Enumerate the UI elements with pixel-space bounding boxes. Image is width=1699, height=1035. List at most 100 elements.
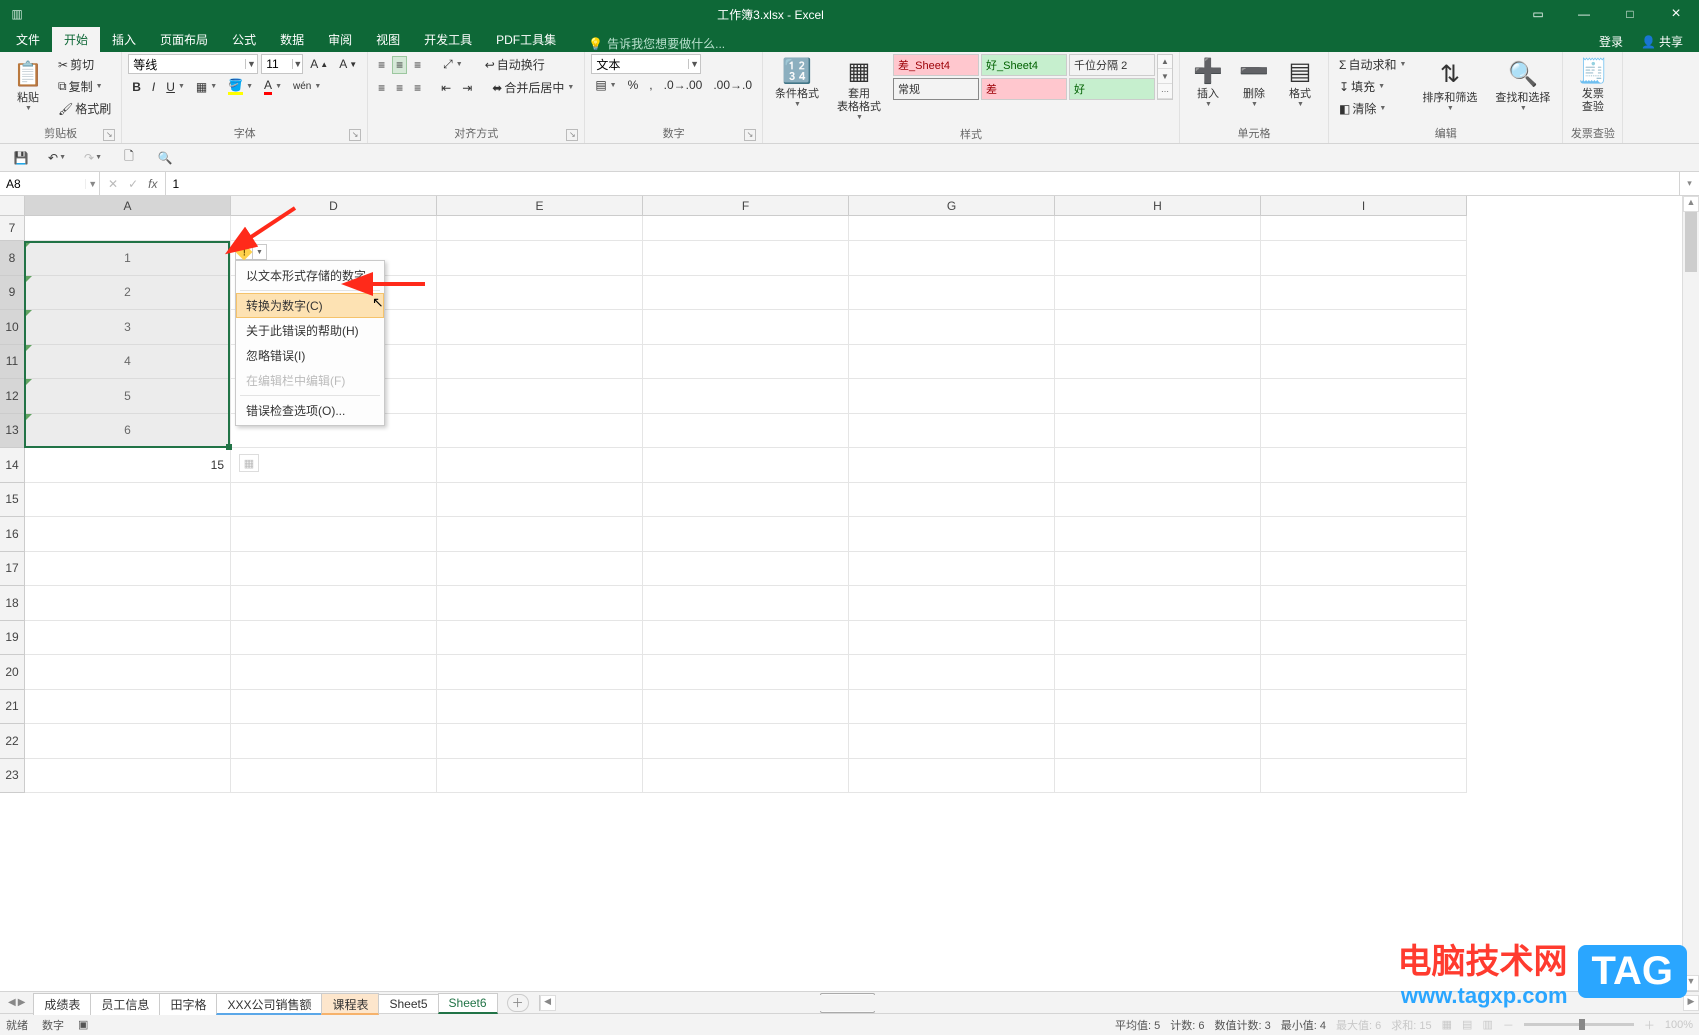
cell[interactable] (25, 586, 231, 621)
cell[interactable] (643, 552, 849, 587)
share-button[interactable]: 👤 共享 (1635, 31, 1689, 52)
cell[interactable] (1055, 586, 1261, 621)
autosum-button[interactable]: Σ自动求和▼ (1335, 54, 1410, 75)
bold-button[interactable]: B (128, 78, 145, 96)
cell[interactable] (1055, 724, 1261, 759)
menu-item-help[interactable]: 关于此错误的帮助(H) (236, 318, 384, 343)
cell[interactable] (1055, 690, 1261, 725)
cell[interactable] (231, 552, 437, 587)
vertical-scrollbar[interactable]: ▲ ▼ (1682, 196, 1699, 991)
row-header[interactable]: 17 (0, 552, 25, 587)
cell[interactable] (1055, 517, 1261, 552)
select-all-corner[interactable] (0, 196, 25, 216)
cell-A10[interactable]: 3 (25, 310, 231, 345)
cell[interactable] (231, 483, 437, 518)
align-center-button[interactable]: ≡ (392, 79, 407, 97)
col-header-E[interactable]: E (437, 196, 643, 216)
cell[interactable] (25, 216, 231, 241)
cell-A9[interactable]: 2 (25, 276, 231, 311)
cell-A13[interactable]: 6 (25, 414, 231, 449)
cell[interactable] (1055, 448, 1261, 483)
minimize-button[interactable]: — (1561, 0, 1607, 28)
row-header[interactable]: 10 (0, 310, 25, 345)
cell[interactable] (25, 690, 231, 725)
cell[interactable] (1055, 414, 1261, 449)
cut-button[interactable]: ✂剪切 (54, 54, 115, 75)
cell[interactable] (849, 310, 1055, 345)
cell[interactable] (1055, 759, 1261, 794)
cell[interactable] (849, 621, 1055, 656)
row-header[interactable]: 16 (0, 517, 25, 552)
cell[interactable] (643, 216, 849, 241)
styles-more-button[interactable]: ▲▼⋯ (1157, 54, 1173, 100)
cell[interactable] (643, 483, 849, 518)
cell[interactable] (1261, 621, 1467, 656)
view-page-break-button[interactable]: ▥ (1482, 1018, 1492, 1031)
close-button[interactable]: × (1653, 0, 1699, 28)
merge-center-button[interactable]: ⬌合并后居中▼ (488, 77, 578, 98)
cell[interactable] (849, 414, 1055, 449)
cell[interactable] (1261, 241, 1467, 276)
font-size-combo[interactable]: ▼ (261, 54, 303, 74)
accounting-format-button[interactable]: ▤▼ (591, 76, 620, 94)
cell[interactable] (643, 379, 849, 414)
cell[interactable] (437, 414, 643, 449)
print-preview-button[interactable]: 🔍 (154, 147, 176, 169)
style-bad-sheet4[interactable]: 差_Sheet4 (893, 54, 979, 76)
expand-formula-bar-button[interactable]: ▾ (1679, 172, 1699, 195)
comma-button[interactable]: , (645, 76, 656, 94)
cell[interactable] (1261, 216, 1467, 241)
row-header[interactable]: 19 (0, 621, 25, 656)
sheet-tab[interactable]: XXX公司销售额 (216, 993, 322, 1015)
dialog-launcher-icon[interactable]: ↘ (566, 129, 578, 141)
cell[interactable] (1055, 655, 1261, 690)
cell[interactable] (643, 586, 849, 621)
cell[interactable] (1261, 552, 1467, 587)
cell[interactable] (1261, 448, 1467, 483)
ribbon-display-options-icon[interactable]: ▭ (1515, 0, 1561, 28)
zoom-in-button[interactable]: ＋ (1644, 1017, 1655, 1033)
cell[interactable] (231, 216, 437, 241)
cell[interactable] (849, 552, 1055, 587)
cell[interactable] (437, 483, 643, 518)
clear-button[interactable]: ◧清除▼ (1335, 98, 1410, 119)
style-normal[interactable]: 常规 (893, 78, 979, 100)
cell[interactable] (231, 690, 437, 725)
col-header-F[interactable]: F (643, 196, 849, 216)
menu-item-ignore-error[interactable]: 忽略错误(I) (236, 343, 384, 368)
align-middle-button[interactable]: ≡ (392, 56, 407, 74)
sheet-tab[interactable]: 成绩表 (33, 993, 91, 1015)
cell[interactable] (1261, 345, 1467, 380)
border-button[interactable]: ▦▼ (192, 78, 221, 96)
name-box[interactable]: ▼ (0, 172, 100, 195)
tab-insert[interactable]: 插入 (100, 27, 148, 52)
undo-button[interactable]: ↶▼ (46, 147, 68, 169)
row-header[interactable]: 15 (0, 483, 25, 518)
cell[interactable] (1261, 276, 1467, 311)
maximize-button[interactable]: □ (1607, 0, 1653, 28)
find-select-button[interactable]: 🔍查找和选择▼ (1489, 54, 1556, 119)
decrease-decimal-button[interactable]: .00→.0 (709, 76, 756, 94)
col-header-H[interactable]: H (1055, 196, 1261, 216)
row-header[interactable]: 13 (0, 414, 25, 449)
cell[interactable] (1055, 276, 1261, 311)
cell[interactable] (231, 655, 437, 690)
cell[interactable] (1055, 310, 1261, 345)
sheet-grid[interactable]: A D E F G H I 7 8 9 10 11 12 13 14 15 16… (0, 196, 1699, 991)
quick-analysis-button[interactable]: ▦ (239, 454, 259, 472)
row-header[interactable]: 8 (0, 241, 25, 276)
cell[interactable] (849, 759, 1055, 794)
row-header[interactable]: 20 (0, 655, 25, 690)
scroll-up-button[interactable]: ▲ (1683, 196, 1699, 212)
col-header-G[interactable]: G (849, 196, 1055, 216)
cell[interactable] (849, 241, 1055, 276)
cell[interactable] (849, 483, 1055, 518)
cell[interactable] (437, 379, 643, 414)
font-size-input[interactable] (262, 57, 292, 71)
cell[interactable] (1055, 483, 1261, 518)
style-thousand[interactable]: 千位分隔 2 (1069, 54, 1155, 76)
cell[interactable] (1055, 216, 1261, 241)
format-painter-button[interactable]: 🖌格式刷 (54, 98, 115, 119)
cell-A14[interactable]: 15 (25, 448, 231, 483)
decrease-indent-button[interactable]: ⇤ (437, 79, 455, 97)
